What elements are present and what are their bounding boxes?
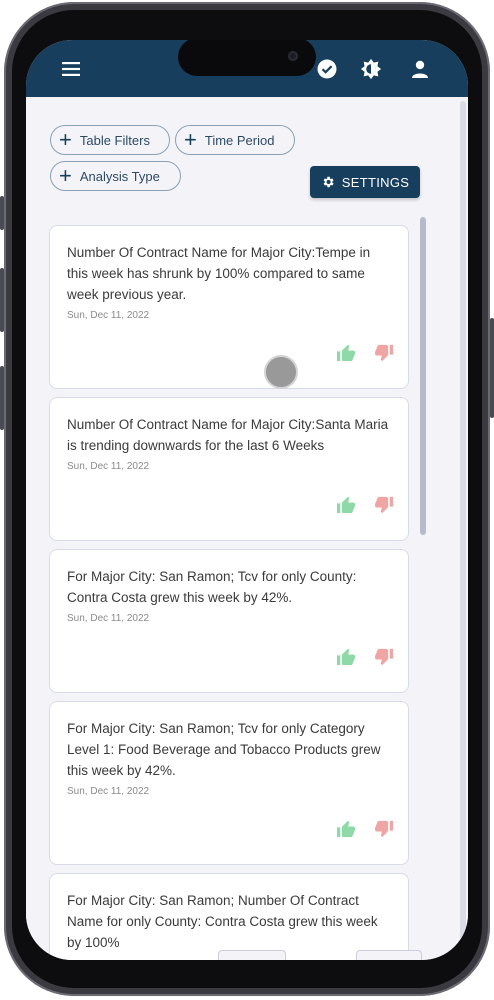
analysis-type-chip[interactable]: + Analysis Type [50,161,181,191]
thumbs-down-icon[interactable] [374,648,394,666]
list-scrollbar[interactable] [420,217,426,535]
screen: + Table Filters + Time Period + Analysis… [26,40,468,960]
dynamic-island [178,40,316,76]
side-button-left-1 [0,196,4,230]
card-date: Sun, Dec 11, 2022 [67,613,150,624]
card-date: Sun, Dec 11, 2022 [67,310,150,321]
plus-icon: + [59,163,72,188]
insight-card: Number Of Contract Name for Major City:T… [49,225,409,389]
insight-card: For Major City: San Ramon; Number Of Con… [49,873,409,960]
insight-card: For Major City: San Ramon; Tcv for only … [49,549,409,693]
card-text: For Major City: San Ramon; Tcv for only … [67,569,357,605]
table-filters-chip[interactable]: + Table Filters [50,125,170,155]
menu-icon[interactable] [60,58,82,80]
thumbs-down-icon[interactable] [374,496,394,514]
user-icon[interactable] [409,58,431,80]
side-button-left-3 [0,366,4,430]
gear-icon [323,176,334,188]
plus-icon: + [184,127,197,152]
camera-icon [288,51,298,61]
feedback-actions [336,496,394,514]
chip-label: Table Filters [79,132,150,148]
thumbs-down-icon[interactable] [374,344,394,362]
touch-indicator [264,355,298,389]
thumbs-up-icon[interactable] [336,648,356,666]
thumbs-up-icon[interactable] [336,496,356,514]
brightness-icon[interactable] [360,58,382,80]
card-date: Sun, Dec 11, 2022 [67,786,150,797]
side-button-left-2 [0,268,4,332]
feedback-actions [336,344,394,362]
check-circle-icon[interactable] [316,58,338,80]
time-period-chip[interactable]: + Time Period [175,125,295,155]
main-content: + Table Filters + Time Period + Analysis… [26,97,468,960]
page-scrollbar[interactable] [460,101,466,941]
plus-icon: + [59,127,72,152]
thumbs-up-icon[interactable] [336,344,356,362]
card-text: For Major City: San Ramon; Number Of Con… [67,893,378,950]
card-date: Sun, Dec 11, 2022 [67,461,150,472]
feedback-actions [336,820,394,838]
chip-label: Analysis Type [79,168,160,184]
card-text: Number Of Contract Name for Major City:S… [67,417,389,453]
chip-label: Time Period [204,132,275,148]
settings-label: SETTINGS [341,174,410,190]
pagination-next[interactable] [356,950,422,960]
thumbs-down-icon[interactable] [374,820,394,838]
side-button-right [490,318,494,418]
settings-button[interactable]: SETTINGS [310,166,420,198]
card-text: Number Of Contract Name for Major City:T… [67,245,371,302]
insight-card: Number Of Contract Name for Major City:S… [49,397,409,541]
feedback-actions [336,648,394,666]
thumbs-up-icon[interactable] [336,820,356,838]
pagination-control[interactable] [218,950,286,960]
card-text: For Major City: San Ramon; Tcv for only … [67,721,381,778]
insight-card: For Major City: San Ramon; Tcv for only … [49,701,409,865]
